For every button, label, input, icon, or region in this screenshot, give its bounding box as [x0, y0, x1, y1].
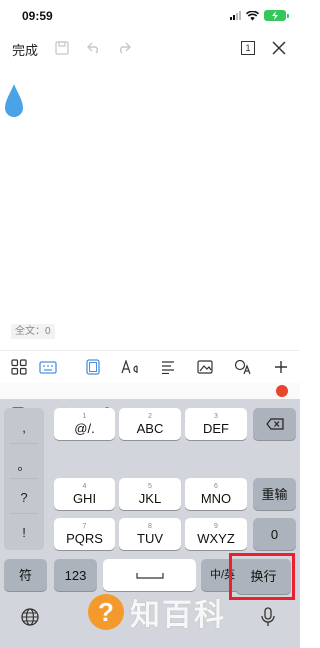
redo-icon[interactable]: [114, 38, 134, 58]
translate-icon[interactable]: [233, 357, 253, 377]
wifi-icon: [246, 10, 259, 20]
enter-key-highlight: [229, 553, 295, 600]
keyboard-icon[interactable]: [38, 357, 58, 377]
punct-exclaim[interactable]: !: [4, 525, 44, 540]
key-7[interactable]: 7 PQRS: [54, 518, 115, 550]
punctuation-column[interactable]: , 。 ? !: [4, 408, 44, 550]
close-icon[interactable]: [269, 38, 289, 58]
watermark-question-icon: ?: [88, 594, 124, 630]
image-insert-icon[interactable]: [195, 357, 215, 377]
space-button[interactable]: [103, 559, 196, 591]
punct-period[interactable]: 。: [4, 455, 44, 474]
watermark: ? 知百科: [88, 590, 226, 634]
number-button[interactable]: 123: [54, 559, 97, 591]
page-layout-icon[interactable]: [83, 357, 103, 377]
delete-button[interactable]: [253, 408, 296, 440]
zero-button[interactable]: 0: [253, 518, 296, 550]
align-icon[interactable]: [158, 357, 178, 377]
microphone-icon[interactable]: [261, 607, 275, 627]
globe-icon[interactable]: [20, 607, 40, 627]
page-count: 1: [241, 41, 255, 55]
status-time: 09:59: [22, 9, 53, 23]
editor-toolbar: 完成 1: [0, 32, 300, 64]
key-3[interactable]: 3 DEF: [185, 408, 247, 440]
key-8[interactable]: 8 TUV: [119, 518, 181, 550]
signal-icon: [230, 11, 241, 20]
rebreak-button[interactable]: 重输: [253, 478, 296, 510]
save-icon[interactable]: [52, 38, 72, 58]
page-count-button[interactable]: 1: [238, 38, 258, 58]
key-5[interactable]: 5 JKL: [119, 478, 181, 510]
word-count: 全文：0: [11, 324, 55, 339]
punct-comma[interactable]: ,: [4, 420, 44, 435]
key-6[interactable]: 6 MNO: [185, 478, 247, 510]
status-icons: [230, 10, 289, 21]
done-button[interactable]: 完成: [12, 40, 38, 59]
key-2[interactable]: 2 ABC: [119, 408, 181, 440]
brand-strip: [0, 383, 300, 399]
space-icon: [135, 573, 164, 579]
undo-icon[interactable]: [84, 38, 104, 58]
backspace-icon: [265, 418, 284, 430]
symbol-button[interactable]: 符: [4, 559, 47, 591]
add-icon[interactable]: [271, 357, 291, 377]
apps-icon[interactable]: [9, 357, 29, 377]
brand-logo: [276, 385, 288, 397]
key-9[interactable]: 9 WXYZ: [185, 518, 247, 550]
punct-question[interactable]: ?: [4, 490, 44, 505]
status-bar: 09:59: [0, 0, 300, 32]
water-drop-icon: [5, 84, 23, 117]
format-toolbar: [0, 350, 300, 382]
key-1[interactable]: 1 @/.: [54, 408, 115, 440]
font-style-icon[interactable]: [120, 357, 140, 377]
key-4[interactable]: 4 GHI: [54, 478, 115, 510]
battery-icon: [264, 10, 289, 21]
watermark-text: 知百科: [130, 599, 226, 632]
